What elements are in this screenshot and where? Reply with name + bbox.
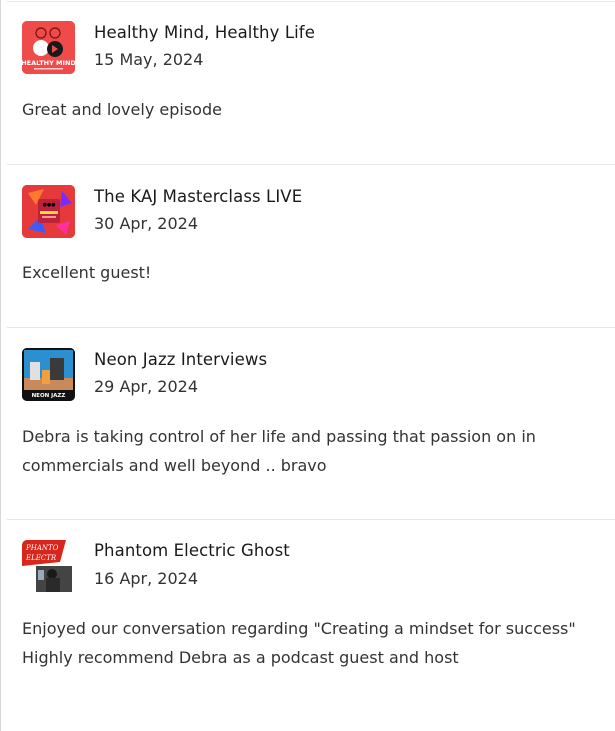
review-item: HEALTHY MIND Healthy Mind, Healthy Life … [1,0,615,164]
comment-line: Debra is taking control of her life and … [22,427,536,446]
kaj-masterclass-logo-icon[interactable]: ●●● [22,185,75,238]
podcast-title[interactable]: Phantom Electric Ghost [94,541,290,560]
svg-text:HEALTHY MIND: HEALTHY MIND [22,59,75,67]
comment-line: Highly recommend Debra as a podcast gues… [22,648,459,667]
svg-text:ELECTR: ELECTR [25,554,57,562]
comment-line: Excellent guest! [22,263,152,282]
comment-line: Great and lovely episode [22,100,222,119]
reviews-panel: HEALTHY MIND Healthy Mind, Healthy Life … [0,0,615,731]
svg-text:PHANTO: PHANTO [25,544,59,552]
podcast-title[interactable]: Neon Jazz Interviews [94,350,267,369]
review-date: 30 Apr, 2024 [94,214,199,233]
review-date: 16 Apr, 2024 [94,569,199,588]
svg-text:NEON JAZZ: NEON JAZZ [32,393,66,399]
review-item: ●●● The KAJ Masterclass LIVE 30 Apr, 202… [1,164,615,327]
review-comment: Excellent guest! [22,258,607,287]
healthy-mind-logo-icon[interactable]: HEALTHY MIND [22,21,75,74]
comment-line: Enjoyed our conversation regarding "Crea… [22,619,576,638]
podcast-title[interactable]: Healthy Mind, Healthy Life [94,23,315,42]
phantom-electric-logo-icon[interactable]: PHANTO ELECTR [22,540,75,593]
neon-jazz-logo-icon[interactable]: NEON JAZZ [22,348,75,401]
review-item: PHANTO ELECTR Phantom Electric Ghost 16 … [1,519,615,731]
comment-line: commercials and well beyond .. bravo [22,456,327,475]
review-date: 15 May, 2024 [94,50,204,69]
review-comment: Enjoyed our conversation regarding "Crea… [22,614,607,672]
podcast-title[interactable]: The KAJ Masterclass LIVE [94,187,302,206]
review-comment: Great and lovely episode [22,95,607,124]
review-comment: Debra is taking control of her life and … [22,422,607,480]
svg-text:●●●: ●●● [42,202,56,208]
review-date: 29 Apr, 2024 [94,377,199,396]
review-item: NEON JAZZ Neon Jazz Interviews 29 Apr, 2… [1,327,615,519]
